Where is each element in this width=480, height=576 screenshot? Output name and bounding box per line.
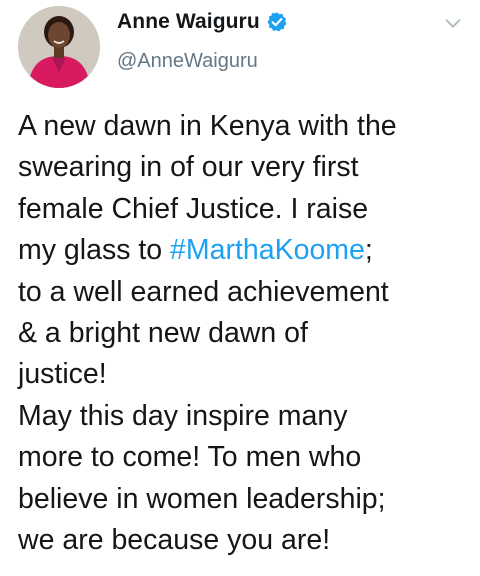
chevron-down-icon[interactable] (442, 12, 464, 34)
tweet-line: to a well earned achievement (18, 275, 389, 308)
hashtag-link[interactable]: #MarthaKoome (170, 234, 365, 266)
tweet-text: A new dawn in Kenya with the swearing in… (18, 106, 473, 561)
tweet-line: & a bright new dawn of (18, 317, 308, 350)
author-name-row: Anne Waiguru (117, 10, 288, 34)
tweet-line: A new dawn in Kenya with the (18, 110, 397, 142)
tweet-line: swearing in of our very first (18, 151, 359, 184)
tweet-line: justice! (18, 358, 107, 391)
profile-photo-icon (18, 6, 100, 88)
display-name[interactable]: Anne Waiguru (117, 10, 260, 34)
user-handle[interactable]: @AnneWaiguru (117, 50, 258, 73)
tweet-line: May this day inspire many (18, 399, 348, 432)
tweet-line: female Chief Justice. I raise (18, 192, 369, 225)
verified-badge-icon (267, 12, 287, 32)
tweet-line: more to come! To men who (18, 441, 362, 474)
avatar[interactable] (18, 6, 100, 88)
tweet-line-with-hashtag: my glass to #MarthaKoome; (18, 230, 473, 271)
tweet-text-fragment: ; (364, 234, 373, 267)
tweet-line: believe in women leadership; (18, 482, 386, 515)
tweet-card: Anne Waiguru @AnneWaiguru A new dawn in … (0, 0, 480, 576)
tweet-line: we are because you are! (18, 524, 331, 557)
tweet-text-fragment: my glass to (18, 234, 171, 267)
